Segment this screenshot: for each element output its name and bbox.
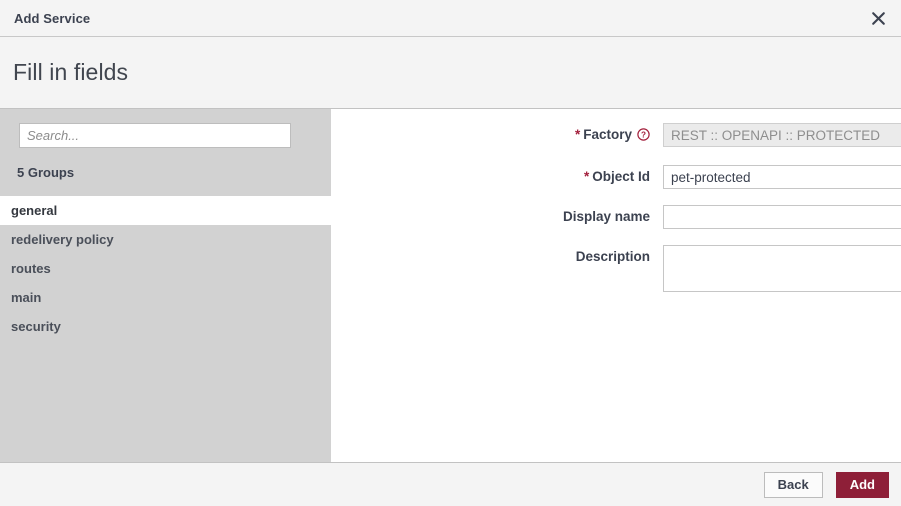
close-button[interactable] [865,5,891,31]
field-row-display-name: Display name [331,205,901,229]
required-indicator: * [583,169,590,184]
object-id-label: * Object Id [331,165,663,189]
display-name-label: Display name [331,205,663,229]
help-circle-icon[interactable]: ? [637,125,650,149]
description-textarea[interactable] [663,245,901,292]
display-name-input[interactable] [663,205,901,229]
groups-count-label: 5 Groups [17,165,75,180]
sidebar-item-general[interactable]: general [0,196,331,225]
description-label-text: Description [575,249,650,264]
dialog-body: 5 Groups general redelivery policy route… [0,109,901,463]
svg-text:?: ? [641,131,646,140]
dialog-title: Add Service [14,10,91,26]
step-header: Fill in fields [0,37,901,109]
factory-label: * Factory ? [331,123,663,149]
page-title: Fill in fields [13,59,129,85]
dialog-footer: Back Add [0,463,901,506]
sidebar-item-security[interactable]: security [0,312,331,341]
sidebar-item-label: redelivery policy [11,232,114,247]
sidebar-item-redelivery-policy[interactable]: redelivery policy [0,225,331,254]
field-row-description: Description [331,245,901,292]
add-button[interactable]: Add [835,471,889,498]
add-service-dialog: Add Service Fill in fields 5 Groups gene… [0,0,901,506]
service-form: *Factory ? *Object Id [331,109,901,462]
factory-label-text: Factory [583,127,632,142]
search-input[interactable] [19,123,291,148]
close-icon [871,11,886,26]
dialog-titlebar: Add Service [0,0,901,37]
groups-sidebar: 5 Groups general redelivery policy route… [0,109,331,462]
field-row-factory: * Factory ? [331,123,901,149]
object-id-label-text: Object Id [592,169,650,184]
sidebar-item-label: general [11,203,58,218]
back-button[interactable]: Back [763,471,823,498]
sidebar-item-label: main [11,290,42,305]
field-row-object-id: * Object Id [331,165,901,189]
display-name-label-text: Display name [562,209,650,224]
sidebar-item-label: security [11,319,61,334]
factory-input [663,123,901,147]
search-container [0,109,331,148]
group-list: general redelivery policy routes main se… [0,196,331,462]
sidebar-item-main[interactable]: main [0,283,331,312]
required-indicator: * [574,127,581,142]
object-id-input[interactable] [663,165,901,189]
sidebar-item-routes[interactable]: routes [0,254,331,283]
description-label: Description [331,245,663,269]
sidebar-item-label: routes [11,261,51,276]
